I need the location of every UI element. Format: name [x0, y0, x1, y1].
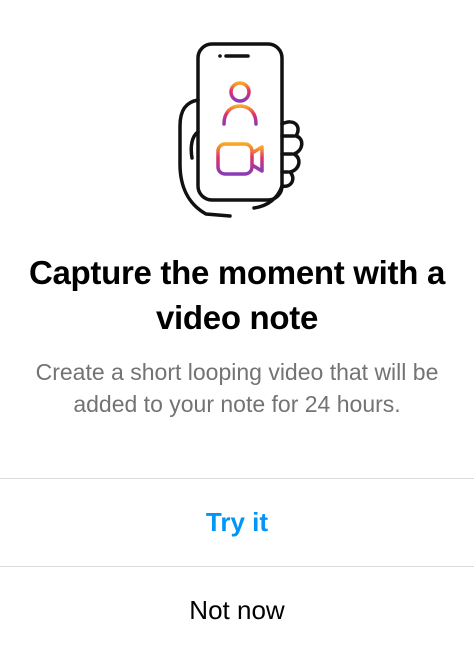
not-now-button[interactable]: Not now: [0, 567, 474, 653]
dialog-description: Create a short looping video that will b…: [35, 359, 439, 417]
video-camera-icon: [216, 142, 264, 176]
try-it-button[interactable]: Try it: [0, 479, 474, 565]
dialog-title: Capture the moment with a video note: [28, 254, 446, 336]
phone-in-hand-icon: [168, 36, 304, 220]
person-icon: [222, 81, 258, 126]
